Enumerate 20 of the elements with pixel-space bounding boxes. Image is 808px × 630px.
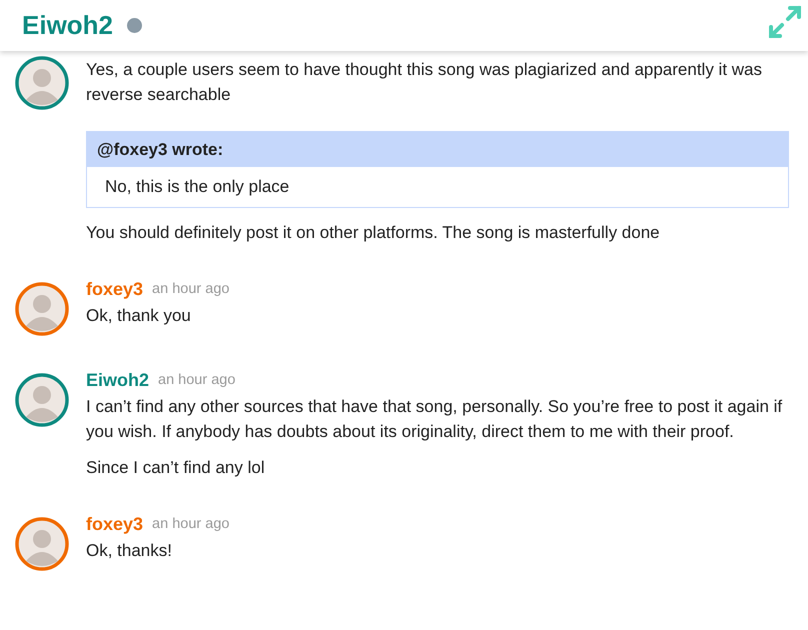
expand-icon[interactable] xyxy=(768,5,802,39)
message-text: Ok, thank you xyxy=(86,305,192,327)
quote-text: No, this is the only place xyxy=(105,177,290,196)
quote-header: @foxey3 wrote: xyxy=(87,132,788,167)
timestamp: an hour ago xyxy=(158,372,236,388)
author-name[interactable]: foxey3 xyxy=(86,278,144,300)
avatar[interactable] xyxy=(15,517,69,571)
timestamp: an hour ago xyxy=(152,516,230,532)
avatar[interactable] xyxy=(15,373,69,427)
author-name[interactable]: foxey3 xyxy=(86,514,144,534)
timestamp: an hour ago xyxy=(152,281,230,297)
avatar[interactable] xyxy=(15,56,69,110)
message-text: Yes, a couple users seem to have thought this song was plagiarized and apparently it was reverse searchable xyxy=(86,59,764,106)
message-text: Ok, thanks! xyxy=(86,540,173,562)
author-name[interactable]: Eiwoh2 xyxy=(86,370,150,390)
message-text: You should definitely post it on other platforms. The song is masterfully done xyxy=(86,222,661,244)
avatar[interactable] xyxy=(15,282,69,336)
message-text: Since I can’t find any lol xyxy=(86,457,266,479)
message-text: I can’t find any other sources that have that song, personally. So you’re free to post it again if you wish. If anybody has doubts about its originality, direct them to me with their proof. xyxy=(86,396,784,443)
chat-title: Eiwoh2 xyxy=(22,10,114,41)
